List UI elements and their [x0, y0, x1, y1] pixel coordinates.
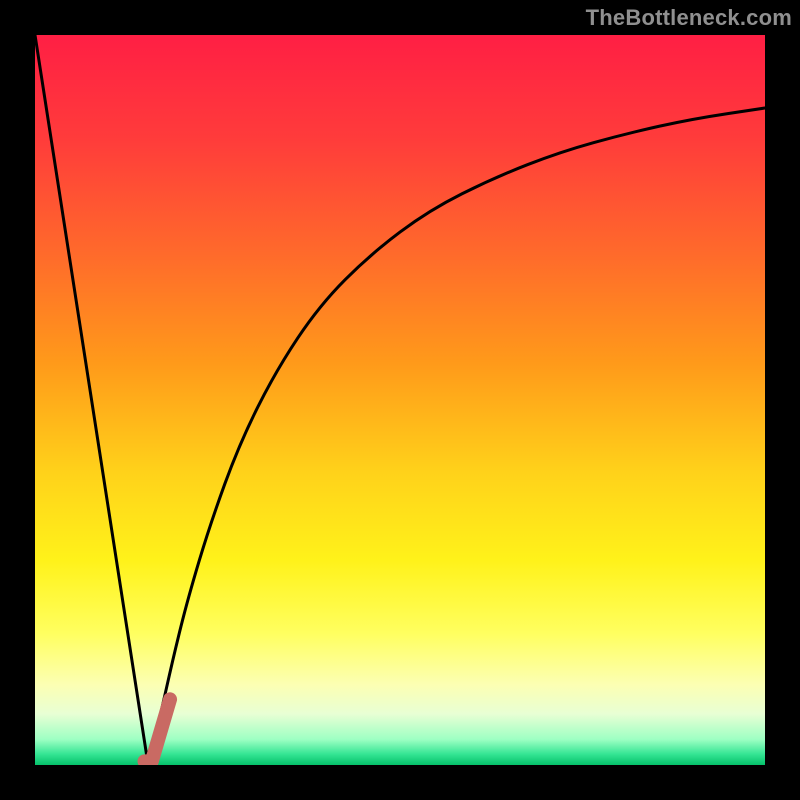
chart-svg: [35, 35, 765, 765]
plot-area: [35, 35, 765, 765]
chart-container: TheBottleneck.com: [0, 0, 800, 800]
watermark-text: TheBottleneck.com: [586, 5, 792, 31]
gradient-background: [35, 35, 765, 765]
